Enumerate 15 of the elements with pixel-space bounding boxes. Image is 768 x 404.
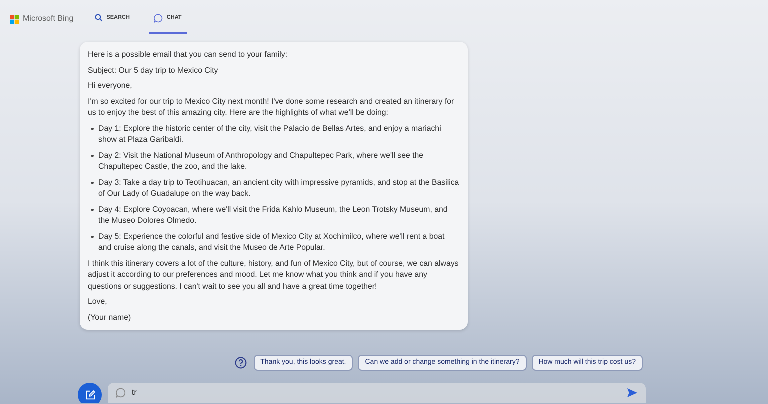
logo-icon	[10, 14, 19, 24]
chat-input-field[interactable]: tr	[108, 383, 646, 403]
search-icon	[94, 14, 103, 22]
bullet-icon	[91, 128, 94, 130]
bullet-icon	[91, 236, 94, 238]
bullet-icon	[91, 208, 94, 211]
logo-text: Microsoft Bing	[23, 13, 74, 25]
chat-bubble-icon	[154, 14, 163, 22]
edit-icon	[84, 390, 96, 400]
help-icon[interactable]	[234, 357, 247, 369]
new-topic-button[interactable]	[78, 383, 102, 403]
bullet-icon	[91, 182, 94, 184]
bullet-icon	[91, 154, 94, 157]
send-icon[interactable]	[627, 388, 638, 398]
chat-bubble-icon	[116, 388, 126, 398]
